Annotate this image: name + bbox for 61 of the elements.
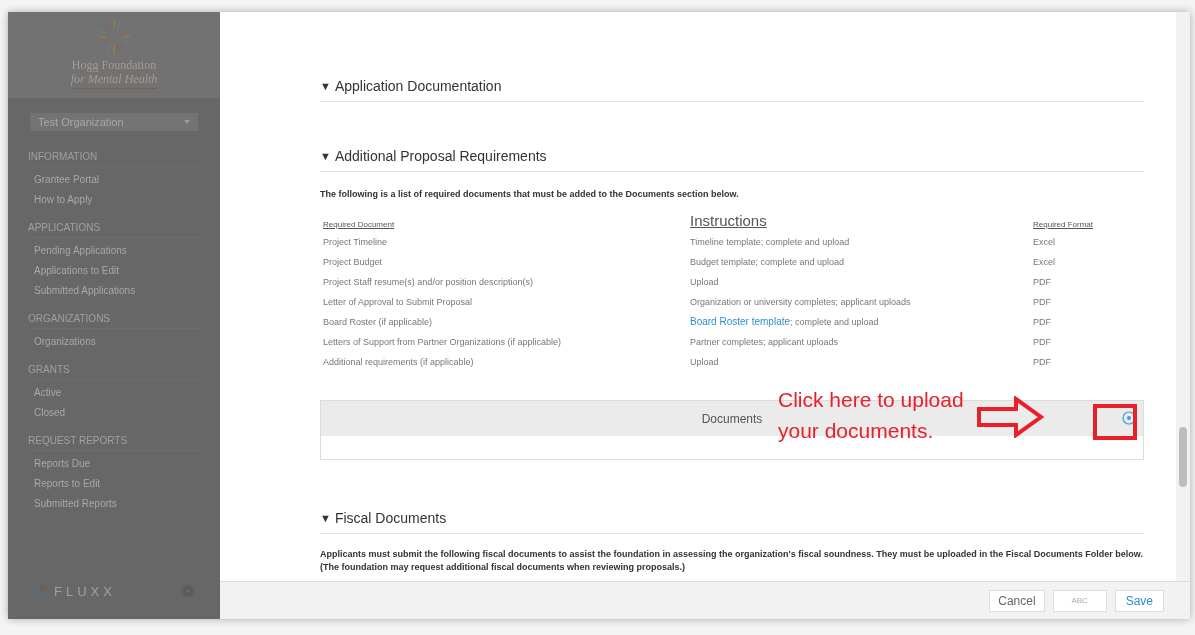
disclosure-triangle-icon[interactable]: ▼ (320, 510, 331, 527)
table-cell-text: PDF (1032, 296, 1052, 309)
save-button[interactable]: Save (1114, 589, 1164, 612)
caret-icon (184, 120, 190, 124)
spellcheck-button[interactable]: ABC (1052, 589, 1107, 612)
nav-item[interactable]: Organizations (28, 335, 200, 349)
disclosure-triangle-icon[interactable]: ▼ (320, 148, 331, 165)
table-cell-text: Budget template; complete and upload (689, 256, 846, 269)
section-heading: Application Documentation (334, 77, 502, 96)
annotation-text: Click here to upload (778, 387, 964, 413)
brand-text: FLUXX (54, 582, 116, 601)
nav-item[interactable]: Submitted Applications (28, 284, 200, 298)
table-cell-text: Letter of Approval to Submit Proposal (322, 296, 474, 309)
table-cell-text: Excel (1032, 236, 1056, 249)
highlight-frame (1093, 404, 1137, 440)
column-header: Instructions (689, 210, 768, 231)
table-cell-text: Board Roster (if applicable) (322, 316, 434, 329)
nav-item[interactable]: Submitted Reports (28, 497, 200, 511)
table-cell-text: Project Budget (322, 256, 384, 269)
nav-group-title: REQUEST REPORTS (28, 433, 200, 451)
nav-item[interactable]: Active (28, 386, 200, 400)
panel-title: Documents (701, 410, 763, 428)
annotation-text: your documents. (778, 418, 935, 444)
nav-item[interactable]: Reports Due (28, 457, 200, 471)
table-cell-text: Timeline template; complete and upload (689, 236, 851, 249)
column-header: Required Format (1032, 219, 1095, 231)
nav-item[interactable]: How to Apply (28, 193, 200, 207)
column-header: Required Document (322, 219, 396, 231)
intro-text: The following is a list of required documents that must be added to the Documents section below. (320, 188, 740, 201)
table-cell-text: Partner completes; applicant uploads (689, 336, 840, 349)
nav-item[interactable]: Pending Applications (28, 244, 200, 258)
nav-group-title: APPLICATIONS (28, 220, 200, 238)
nav-item[interactable]: Grantee Portal (28, 173, 200, 187)
table-cell-text: Upload (689, 356, 720, 369)
table-cell-text: Project Staff resume(s) and/or position description(s) (322, 276, 534, 289)
table-cell-text: Excel (1032, 256, 1056, 269)
table-cell-text: PDF (1032, 336, 1052, 349)
table-cell-text: PDF (1032, 276, 1052, 289)
nav-group-title: GRANTS (28, 362, 200, 380)
section-heading: Additional Proposal Requirements (334, 147, 547, 166)
nav-item[interactable]: Reports to Edit (28, 477, 200, 491)
table-cell-text: Project Timeline (322, 236, 389, 249)
right-arrow-icon (975, 396, 1044, 438)
cancel-button[interactable]: Cancel (989, 589, 1045, 612)
table-cell-text: Upload (689, 276, 720, 289)
table-cell-text: Additional requirements (if applicable) (322, 356, 475, 369)
sunburst-logo-icon (97, 20, 131, 54)
table-cell-text: PDF (1032, 316, 1052, 329)
section-heading: Fiscal Documents (334, 509, 447, 528)
nav-group-title: INFORMATION (28, 149, 200, 167)
table-cell-text: Organization or university completes; applicant uploads (689, 296, 912, 309)
fluxx-logo-icon (32, 583, 48, 600)
nav-item[interactable]: Applications to Edit (28, 264, 200, 278)
nav-item[interactable]: Closed (28, 406, 200, 420)
table-cell-text: Letters of Support from Partner Organizations (if applicable) (322, 336, 563, 349)
table-cell-text: PDF (1032, 356, 1052, 369)
nav-group-title: ORGANIZATIONS (28, 311, 200, 329)
fiscal-text: Applicants must submit the following fiscal documents to assist the foundation in assessing the organization's fiscal soundness. They must be uploaded in the Fiscal Documents Folder below. (The foundation may request additional fiscal documents when reviewing proposals.) (320, 548, 1144, 574)
add-circle-icon[interactable] (1122, 411, 1136, 425)
disclosure-triangle-icon[interactable]: ▼ (320, 78, 331, 95)
table-cell-text: Board Roster template; complete and upload (689, 315, 880, 329)
